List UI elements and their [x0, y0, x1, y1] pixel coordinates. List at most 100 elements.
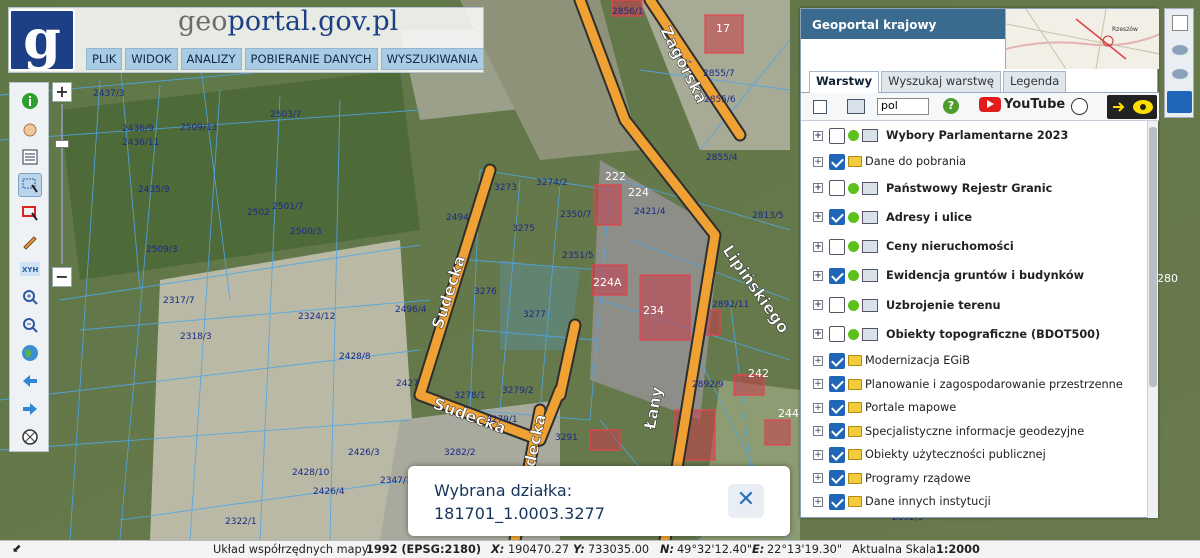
layer-scrollbar[interactable]: [1147, 121, 1158, 518]
layer-row[interactable]: + Planowanie i zagospodarowanie przestrze…: [801, 372, 1147, 396]
parcel-id[interactable]: 181701_1.0003.3277: [434, 504, 605, 523]
expand-icon[interactable]: +: [813, 449, 823, 460]
expand-icon[interactable]: +: [813, 379, 823, 390]
zoom-track[interactable]: [61, 104, 63, 264]
visibility-toggle-icon[interactable]: [1167, 91, 1192, 113]
layer-checkbox[interactable]: [829, 180, 845, 197]
zoom-in-icon[interactable]: [18, 285, 42, 309]
scrollbar-thumb[interactable]: [1149, 127, 1157, 387]
parcel-number: 2435/9: [138, 185, 170, 195]
layer-checkbox[interactable]: [829, 470, 845, 487]
layer-row[interactable]: + Portale mapowe: [801, 396, 1147, 420]
y-label: Y:: [573, 543, 585, 556]
geoportal-logo[interactable]: g: [9, 9, 75, 71]
pencil-icon[interactable]: [18, 229, 42, 253]
crs-label: Układ współrzędnych mapy: [213, 543, 369, 556]
layer-checkbox[interactable]: [829, 399, 845, 416]
expand-icon[interactable]: +: [813, 329, 823, 340]
expand-icon[interactable]: +: [813, 241, 823, 252]
layer-row[interactable]: + Wybory Parlamentarne 2023: [801, 121, 1147, 150]
expand-icon[interactable]: +: [813, 355, 823, 366]
layer-checkbox[interactable]: [829, 376, 845, 393]
minimize-icon[interactable]: [1172, 15, 1188, 31]
layer-row[interactable]: + Uzbrojenie terenu: [801, 290, 1147, 319]
eye-icon[interactable]: [1172, 45, 1188, 55]
settings-wheel-icon[interactable]: [1071, 98, 1088, 115]
layer-row[interactable]: + Ceny nieruchomości: [801, 232, 1147, 261]
full-extent-icon[interactable]: [18, 425, 42, 449]
expand-icon[interactable]: +: [813, 402, 823, 413]
layer-row[interactable]: + Programy rządowe: [801, 466, 1147, 490]
expand-icon[interactable]: +: [813, 426, 823, 437]
tab-warstwy[interactable]: Warstwy: [809, 71, 880, 93]
layer-checkbox[interactable]: [829, 446, 845, 463]
expand-icon[interactable]: +: [813, 212, 823, 223]
menu-analizy[interactable]: ANALIZY: [180, 48, 242, 70]
layer-checkbox[interactable]: [829, 209, 845, 226]
zoom-plus-button[interactable]: +: [52, 82, 72, 102]
xyz-coordinates-icon[interactable]: XYH: [18, 257, 42, 281]
parcel-number: 242: [748, 367, 769, 380]
parcel-number: 2427: [396, 379, 419, 389]
crs-value: 1992 (EPSG:2180): [366, 543, 482, 556]
layer-row[interactable]: + Obiekty topograficzne (BDOT500): [801, 320, 1147, 349]
layer-checkbox[interactable]: [829, 326, 845, 343]
layer-checkbox[interactable]: [829, 238, 845, 255]
close-button[interactable]: ✕: [728, 484, 764, 518]
help-icon[interactable]: ?: [943, 98, 959, 114]
minimap-label: Rzeszów: [1112, 26, 1138, 33]
layer-row[interactable]: + Obiekty użyteczności publicznej: [801, 443, 1147, 467]
expand-icon[interactable]: +: [813, 496, 823, 507]
layer-row[interactable]: + Ewidencja gruntów i budynków: [801, 261, 1147, 290]
layer-row[interactable]: + Adresy i ulice: [801, 203, 1147, 232]
eye-icon[interactable]: [1172, 69, 1188, 79]
zoom-out-icon[interactable]: [18, 313, 42, 337]
expand-icon[interactable]: +: [813, 156, 823, 167]
zoom-handle[interactable]: [55, 140, 69, 148]
expand-icon[interactable]: +: [813, 130, 823, 141]
select-area-icon[interactable]: [18, 173, 42, 197]
wms-icon: [862, 129, 878, 143]
layer-checkbox[interactable]: [829, 267, 845, 284]
layer-visibility-button[interactable]: [1107, 95, 1157, 119]
menu-wyszukiwania[interactable]: WYSZUKIWANIA: [380, 48, 484, 70]
globe-icon[interactable]: [18, 341, 42, 365]
layer-row[interactable]: + Modernizacja EGiB: [801, 349, 1147, 373]
layer-checkbox[interactable]: [829, 352, 845, 369]
expand-icon[interactable]: +: [813, 270, 823, 281]
layer-checkbox[interactable]: [829, 127, 845, 144]
select-red-icon[interactable]: [18, 201, 42, 225]
layer-row[interactable]: + Państwowy Rejestr Granic: [801, 174, 1147, 203]
tab-wyszukaj-warstwe[interactable]: Wyszukaj warstwę: [881, 71, 1001, 92]
overview-minimap[interactable]: Rzeszów: [1005, 9, 1159, 69]
layer-name: Państwowy Rejestr Granic: [886, 181, 1053, 195]
list-icon[interactable]: [813, 100, 827, 114]
resize-handle-icon[interactable]: ⬋: [12, 542, 21, 555]
layer-checkbox[interactable]: [829, 153, 845, 170]
wms-add-icon[interactable]: [847, 99, 865, 114]
menu-plik[interactable]: PLIK: [86, 48, 123, 70]
layer-checkbox[interactable]: [829, 493, 845, 510]
language-select[interactable]: pol: [877, 98, 929, 115]
layer-checkbox[interactable]: [829, 297, 845, 314]
pan-hand-icon[interactable]: [18, 117, 42, 141]
youtube-link[interactable]: YouTube: [979, 97, 1065, 112]
main-menu: PLIK WIDOK ANALIZY POBIERANIE DANYCH WYS…: [86, 48, 484, 70]
menu-widok[interactable]: WIDOK: [125, 48, 178, 70]
layer-list-icon[interactable]: [18, 145, 42, 169]
layer-row[interactable]: + Dane do pobrania: [801, 150, 1147, 174]
info-icon[interactable]: [18, 89, 42, 113]
layer-row[interactable]: + Specjalistyczne informacje geodezyjne: [801, 419, 1147, 443]
zoom-minus-button[interactable]: −: [52, 267, 72, 287]
menu-pobieranie-danych[interactable]: POBIERANIE DANYCH: [244, 48, 378, 70]
back-arrow-icon[interactable]: [18, 369, 42, 393]
tab-legenda[interactable]: Legenda: [1002, 71, 1067, 92]
status-bar: ⬋ Układ współrzędnych mapy 1992 (EPSG:21…: [0, 540, 1200, 558]
geoportal-wordmark[interactable]: geoportal.gov.pl: [178, 6, 398, 37]
layer-row[interactable]: + Dane innych instytucji: [801, 490, 1147, 514]
forward-arrow-icon[interactable]: [18, 397, 42, 421]
layer-checkbox[interactable]: [829, 423, 845, 440]
expand-icon[interactable]: +: [813, 473, 823, 484]
expand-icon[interactable]: +: [813, 183, 823, 194]
expand-icon[interactable]: +: [813, 300, 823, 311]
